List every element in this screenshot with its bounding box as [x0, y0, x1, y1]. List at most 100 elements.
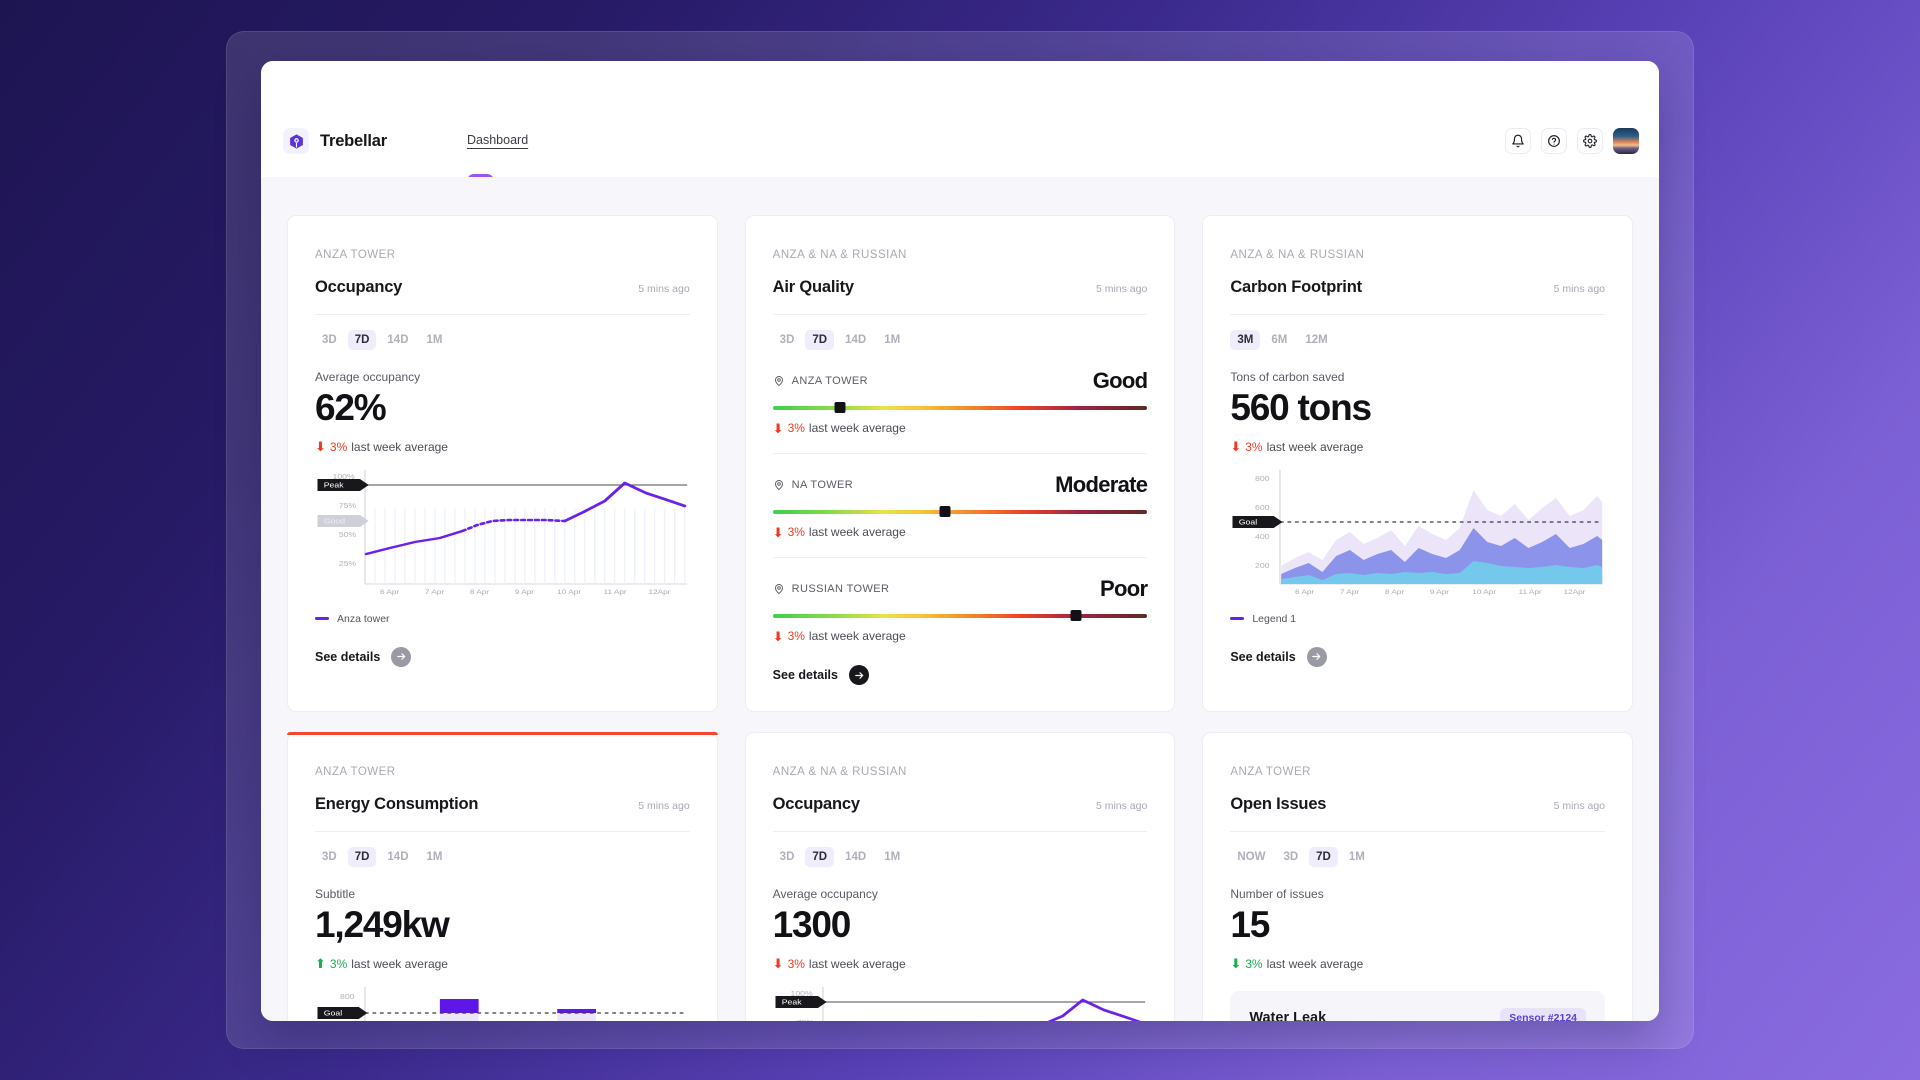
range-14d[interactable]: 14D	[838, 847, 873, 867]
occupancy-anza-chart: 100% 75% 50% 25% Peak Good 6 Apr 7 Apr 8…	[315, 468, 690, 601]
gauge-marker	[1070, 610, 1082, 621]
delta-text: last week average	[1266, 956, 1364, 971]
range-1m[interactable]: 1M	[877, 330, 907, 350]
card-timestamp: 5 mins ago	[638, 800, 690, 812]
issue-item-water-leak[interactable]: Water Leak Sensor #2124 Created 5 mins a…	[1230, 990, 1606, 1021]
card-open-issues[interactable]: ANZA TOWER Open Issues 5 mins ago NOW 3D…	[1202, 732, 1634, 1021]
arrow-right-icon	[1306, 646, 1327, 667]
location-name: ANZA TOWER	[791, 375, 868, 387]
range-14d[interactable]: 14D	[380, 847, 415, 867]
issue-title: Water Leak	[1249, 1009, 1327, 1021]
see-details-carbon-footprint[interactable]: See details	[1230, 646, 1605, 667]
svg-text:10 Apr: 10 Apr	[557, 588, 581, 596]
delta-text: last week average	[1266, 439, 1364, 454]
location-pin-icon	[774, 376, 783, 387]
arrow-down-icon: ⬇	[772, 956, 784, 972]
range-7d[interactable]: 7D	[347, 330, 377, 350]
svg-text:6 Apr: 6 Apr	[380, 588, 400, 596]
carbon-footprint-chart: 800 600 400 200 Goal 6 Apr 7 Apr 8 Apr 9…	[1230, 468, 1605, 601]
svg-text:400: 400	[1255, 533, 1270, 541]
range-1m[interactable]: 1M	[877, 847, 907, 867]
range-selector[interactable]: NOW 3D 7D 1M	[1230, 847, 1605, 867]
range-14d[interactable]: 14D	[838, 330, 873, 350]
range-1m[interactable]: 1M	[1342, 847, 1372, 867]
arrow-down-icon: ⬇	[772, 628, 784, 644]
svg-text:9 Apr: 9 Apr	[1430, 588, 1450, 596]
nav-dashboard[interactable]: Dashboard	[467, 133, 528, 147]
range-3m[interactable]: 3M	[1230, 330, 1261, 350]
chart-legend: Anza tower	[315, 613, 690, 625]
card-air-quality[interactable]: ANZA & NA & RUSSIAN Air Quality 5 mins a…	[744, 215, 1176, 712]
card-timestamp: 5 mins ago	[1553, 283, 1606, 295]
gear-icon[interactable]	[1577, 128, 1603, 154]
card-carbon-footprint[interactable]: ANZA & NA & RUSSIAN Carbon Footprint 5 m…	[1202, 215, 1634, 712]
card-eyebrow: ANZA & NA & RUSSIAN	[772, 766, 907, 778]
range-3d[interactable]: 3D	[315, 847, 344, 867]
range-selector[interactable]: 3D 7D 14D 1M	[773, 330, 1148, 350]
air-quality-gauge	[772, 402, 1148, 413]
card-title: Energy Consumption	[315, 795, 479, 813]
range-12m[interactable]: 12M	[1298, 330, 1334, 350]
user-avatar[interactable]	[1613, 128, 1639, 154]
see-details-air-quality[interactable]: See details	[773, 665, 1148, 685]
arrow-down-icon: ⬇	[772, 420, 784, 436]
trebellar-logo-icon	[283, 128, 309, 154]
svg-text:25%: 25%	[339, 560, 356, 568]
delta-percent: 3%	[329, 956, 348, 971]
range-selector[interactable]: 3M 6M 12M	[1230, 330, 1605, 350]
range-7d[interactable]: 7D	[805, 330, 835, 350]
brand[interactable]: Trebellar	[283, 128, 387, 154]
delta-indicator: ⬇ 3% last week average	[1230, 440, 1605, 454]
air-quality-row: ANZA TOWER Good ⬇ 3% last week average	[772, 368, 1148, 436]
range-1m[interactable]: 1M	[420, 847, 450, 867]
svg-text:Goal: Goal	[1239, 518, 1258, 526]
arrow-up-icon: ⬆	[315, 956, 326, 972]
delta-indicator: ⬇ 3% last week average	[315, 440, 690, 454]
legend-label: Legend 1	[1252, 612, 1297, 625]
see-details-occupancy-anza[interactable]: See details	[315, 646, 690, 667]
card-timestamp: 5 mins ago	[1095, 800, 1148, 812]
card-eyebrow: ANZA TOWER	[315, 249, 396, 261]
delta-percent: 3%	[787, 956, 805, 971]
range-selector[interactable]: 3D 7D 14D 1M	[315, 847, 690, 867]
delta-indicator: ⬇ 3% last week average	[773, 957, 1148, 971]
card-eyebrow: ANZA TOWER	[315, 766, 396, 778]
see-details-label: See details	[772, 668, 838, 682]
delta-text: last week average	[351, 439, 448, 454]
range-7d[interactable]: 7D	[347, 847, 377, 867]
svg-text:12Apr: 12Apr	[1564, 588, 1587, 596]
range-3d[interactable]: 3D	[773, 847, 802, 867]
svg-text:800: 800	[1255, 475, 1270, 483]
range-3d[interactable]: 3D	[773, 330, 802, 350]
range-6m[interactable]: 6M	[1264, 330, 1294, 350]
range-selector[interactable]: 3D 7D 14D 1M	[773, 847, 1148, 867]
arrow-right-icon	[391, 646, 412, 667]
bell-icon[interactable]	[1505, 128, 1531, 154]
range-7d[interactable]: 7D	[805, 847, 835, 867]
air-quality-status: Moderate	[1055, 472, 1148, 497]
range-14d[interactable]: 14D	[380, 330, 415, 350]
legend-swatch	[1230, 617, 1245, 621]
range-1m[interactable]: 1M	[420, 330, 450, 350]
air-quality-status: Good	[1092, 368, 1148, 393]
range-now[interactable]: NOW	[1230, 847, 1272, 867]
svg-text:50%: 50%	[339, 531, 356, 539]
metric-label: Tons of carbon saved	[1230, 370, 1345, 384]
range-3d[interactable]: 3D	[315, 330, 344, 350]
svg-text:600: 600	[1255, 504, 1270, 512]
metric-value: 1,249kw	[315, 904, 450, 945]
card-occupancy-anza[interactable]: ANZA TOWER Occupancy 5 mins ago 3D 7D 14…	[287, 215, 718, 712]
card-occupancy-multi[interactable]: ANZA & NA & RUSSIAN Occupancy 5 mins ago…	[744, 732, 1176, 1021]
help-circle-icon[interactable]	[1541, 128, 1567, 154]
range-7d[interactable]: 7D	[1309, 847, 1338, 867]
card-title: Open Issues	[1230, 795, 1327, 813]
card-eyebrow: ANZA TOWER	[1230, 766, 1311, 778]
divider	[315, 314, 690, 315]
see-details-label: See details	[315, 649, 381, 664]
metric-value: 15	[1230, 904, 1270, 945]
range-3d[interactable]: 3D	[1276, 847, 1305, 867]
sensor-badge: Sensor #2124	[1500, 1007, 1587, 1021]
card-energy-consumption[interactable]: ANZA TOWER Energy Consumption 5 mins ago…	[287, 732, 718, 1021]
range-selector[interactable]: 3D 7D 14D 1M	[315, 330, 690, 350]
svg-text:Peak: Peak	[781, 998, 801, 1006]
